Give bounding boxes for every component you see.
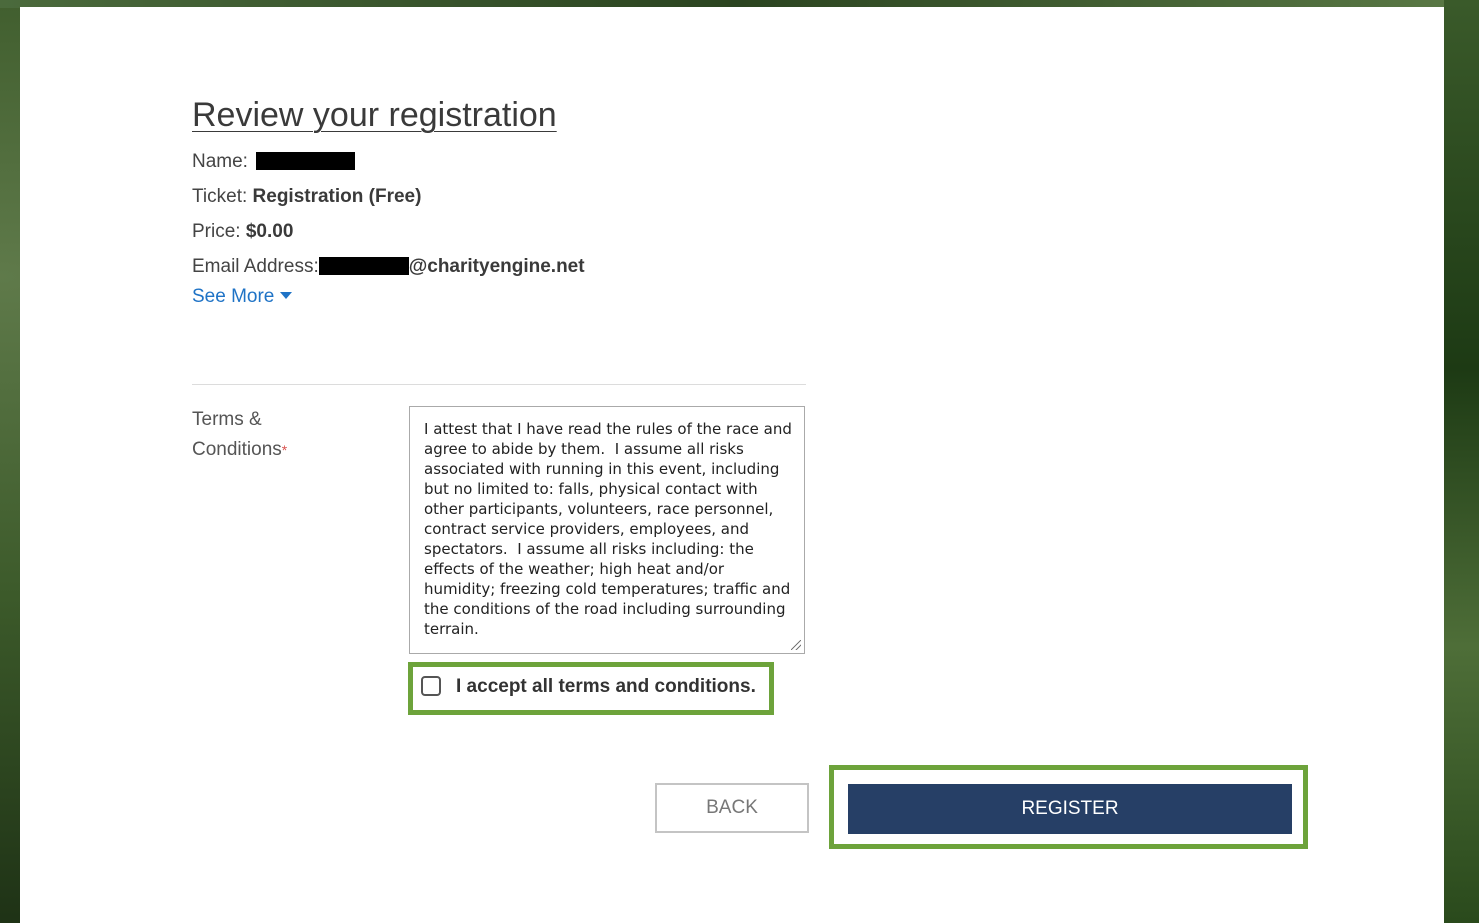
register-button[interactable]: REGISTER [848, 784, 1292, 834]
terms-textarea[interactable]: I attest that I have read the rules of t… [409, 406, 805, 654]
price-row: Price: $0.00 [192, 221, 293, 243]
accept-terms-highlight: I accept all terms and conditions. [408, 662, 774, 715]
email-label: Email Address: [192, 256, 319, 277]
email-row: Email Address: @charityengine.net [192, 256, 585, 278]
name-label: Name: [192, 151, 248, 172]
resize-grip-icon[interactable] [791, 640, 801, 650]
see-more-link[interactable]: See More [192, 286, 293, 308]
terms-text: I attest that I have read the rules of t… [424, 420, 797, 638]
price-value: $0.00 [245, 221, 294, 242]
ticket-value: Registration (Free) [252, 186, 422, 207]
ticket-label: Ticket: [192, 186, 248, 207]
section-divider [192, 384, 806, 385]
redacted-name [256, 152, 356, 170]
required-marker: * [281, 442, 288, 458]
register-highlight: REGISTER [829, 765, 1308, 849]
terms-label: Terms & Conditions* [192, 405, 322, 465]
caret-down-icon [280, 292, 293, 299]
ticket-row: Ticket: Registration (Free) [192, 186, 421, 208]
accept-terms-label[interactable]: I accept all terms and conditions. [456, 676, 756, 698]
email-value: @charityengine.net [408, 256, 585, 277]
back-button[interactable]: BACK [655, 783, 809, 833]
redacted-email-user [318, 257, 409, 275]
name-row: Name: [192, 151, 356, 173]
terms-label-line2: Conditions [192, 439, 282, 460]
price-label: Price: [192, 221, 241, 242]
page-title: Review your registration [192, 96, 557, 134]
accept-terms-checkbox[interactable] [421, 676, 441, 696]
background-right [1444, 0, 1479, 923]
terms-label-line1: Terms & [192, 409, 262, 430]
see-more-label: See More [192, 286, 275, 307]
